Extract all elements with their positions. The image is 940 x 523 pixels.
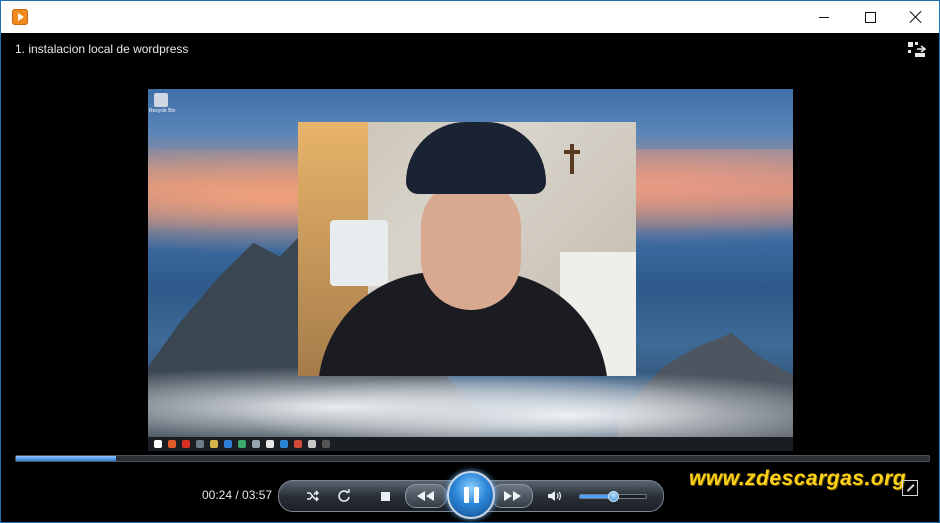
webcam-overlay (298, 122, 636, 376)
app-icon (252, 440, 260, 448)
wall-cross (564, 144, 580, 174)
app-icon (238, 440, 246, 448)
stop-button[interactable] (375, 487, 395, 505)
video-taskbar (148, 437, 793, 451)
seek-progress (16, 456, 117, 461)
shuffle-icon (307, 490, 319, 502)
folder-icon (210, 440, 218, 448)
stop-icon (380, 491, 390, 501)
volume-thumb[interactable] (608, 491, 619, 502)
media-player-icon (12, 9, 28, 25)
close-button[interactable] (893, 1, 939, 33)
time-display: 00:24 / 03:57 (202, 488, 273, 502)
media-player-window: 1. instalacion local de wordpress Recycl… (0, 0, 940, 523)
chrome-icon (182, 440, 190, 448)
maximize-icon (864, 11, 876, 23)
recycle-bin-label: Recycle Bin (149, 108, 176, 114)
seek-bar[interactable] (15, 455, 930, 462)
watermark-text: www.zdescargas.org (689, 467, 907, 490)
close-icon (910, 11, 922, 23)
expand-icon[interactable] (902, 480, 918, 496)
obs-icon (322, 440, 330, 448)
maximize-button[interactable] (847, 1, 893, 33)
now-playing-title: 1. instalacion local de wordpress (15, 42, 189, 56)
video-frame[interactable]: Recycle Bin (148, 89, 793, 451)
mute-button[interactable] (545, 487, 565, 505)
play-pause-button[interactable] (447, 471, 495, 519)
app-icon (280, 440, 288, 448)
switch-to-compact-icon[interactable] (907, 41, 927, 59)
person-face (421, 180, 521, 310)
previous-button[interactable] (405, 484, 447, 508)
pause-icon (463, 487, 479, 503)
recycle-bin-icon (154, 93, 168, 107)
volume-slider[interactable] (579, 491, 647, 502)
vscode-icon (224, 440, 232, 448)
previous-icon (417, 491, 434, 501)
minimize-button[interactable] (801, 1, 847, 33)
app-icon (308, 440, 316, 448)
person-cap (406, 122, 546, 194)
shuffle-button[interactable] (303, 487, 323, 505)
filezilla-icon (294, 440, 302, 448)
room-fan (330, 220, 388, 286)
start-icon (154, 440, 162, 448)
minimize-icon (819, 16, 829, 18)
next-icon (504, 491, 521, 501)
title-bar[interactable] (1, 1, 939, 33)
terminal-icon (196, 440, 204, 448)
repeat-button[interactable] (334, 487, 354, 505)
repeat-icon (338, 489, 350, 502)
firefox-icon (168, 440, 176, 448)
speaker-icon (548, 491, 562, 501)
app-icon (266, 440, 274, 448)
next-button[interactable] (491, 484, 533, 508)
